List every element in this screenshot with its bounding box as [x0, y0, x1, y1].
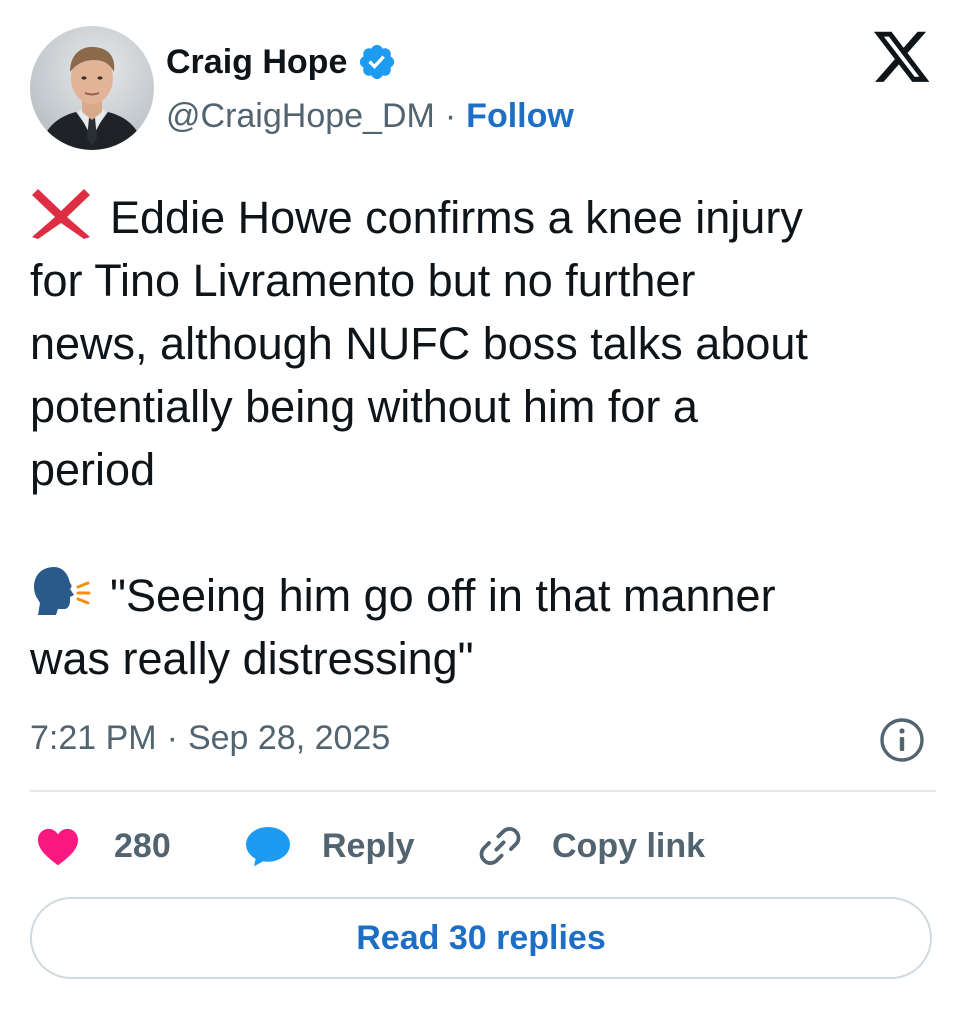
author-avatar[interactable] [30, 26, 154, 150]
cross-mark-icon [30, 187, 92, 239]
handle-separator: · [444, 96, 457, 135]
copy-link-label: Copy link [552, 826, 706, 865]
tweet-line: "Seeing him go off in that manner [30, 564, 942, 627]
tweet-date: Sep 28, 2025 [187, 718, 391, 757]
tweet-embed-card: Craig Hope @CraigHope_DM · Follow Eddie … [0, 0, 970, 1012]
heart-icon [38, 828, 78, 866]
author-handle-row: @CraigHope_DM · Follow [166, 94, 574, 138]
tweet-line: period [30, 444, 156, 495]
reply-label: Reply [322, 826, 415, 865]
info-icon[interactable] [878, 716, 926, 764]
tweet-line-text: Eddie Howe confirms a knee injury [110, 192, 803, 243]
tweet-line: potentially being without him for a [30, 381, 698, 432]
tweet-line: was really distressing" [30, 633, 474, 684]
x-logo-icon[interactable] [872, 30, 932, 86]
divider [30, 790, 936, 792]
tweet-line: for Tino Livramento but no further [30, 255, 696, 306]
link-icon [479, 827, 521, 865]
copy-link-button[interactable]: Copy link [476, 818, 705, 874]
author-handle[interactable]: @CraigHope_DM [166, 97, 435, 136]
tweet-line: Eddie Howe confirms a knee injury [30, 186, 942, 249]
author-name[interactable]: Craig Hope [166, 43, 347, 82]
timestamp-separator: · [166, 718, 178, 757]
verified-badge-icon [360, 44, 395, 80]
tweet-actions: 280 Reply Copy link [30, 818, 936, 874]
author-name-row: Craig Hope [166, 38, 397, 86]
follow-button[interactable]: Follow [466, 97, 574, 136]
tweet-line: news, although NUFC boss talks about [30, 318, 808, 369]
reply-button[interactable]: Reply [244, 818, 415, 874]
read-replies-label: Read 30 replies [356, 918, 606, 957]
like-count: 280 [114, 826, 171, 865]
reply-bubble-icon [246, 827, 290, 867]
speaking-head-icon [30, 565, 92, 617]
tweet-text: Eddie Howe confirms a knee injury for Ti… [30, 186, 942, 690]
like-button[interactable]: 280 [36, 818, 171, 874]
tweet-time: 7:21 PM [30, 718, 157, 757]
avatar-portrait [40, 46, 144, 150]
tweet-timestamp[interactable]: 7:21 PM · Sep 28, 2025 [30, 716, 390, 760]
read-replies-button[interactable]: Read 30 replies [30, 897, 932, 979]
tweet-line-text: "Seeing him go off in that manner [110, 570, 776, 621]
